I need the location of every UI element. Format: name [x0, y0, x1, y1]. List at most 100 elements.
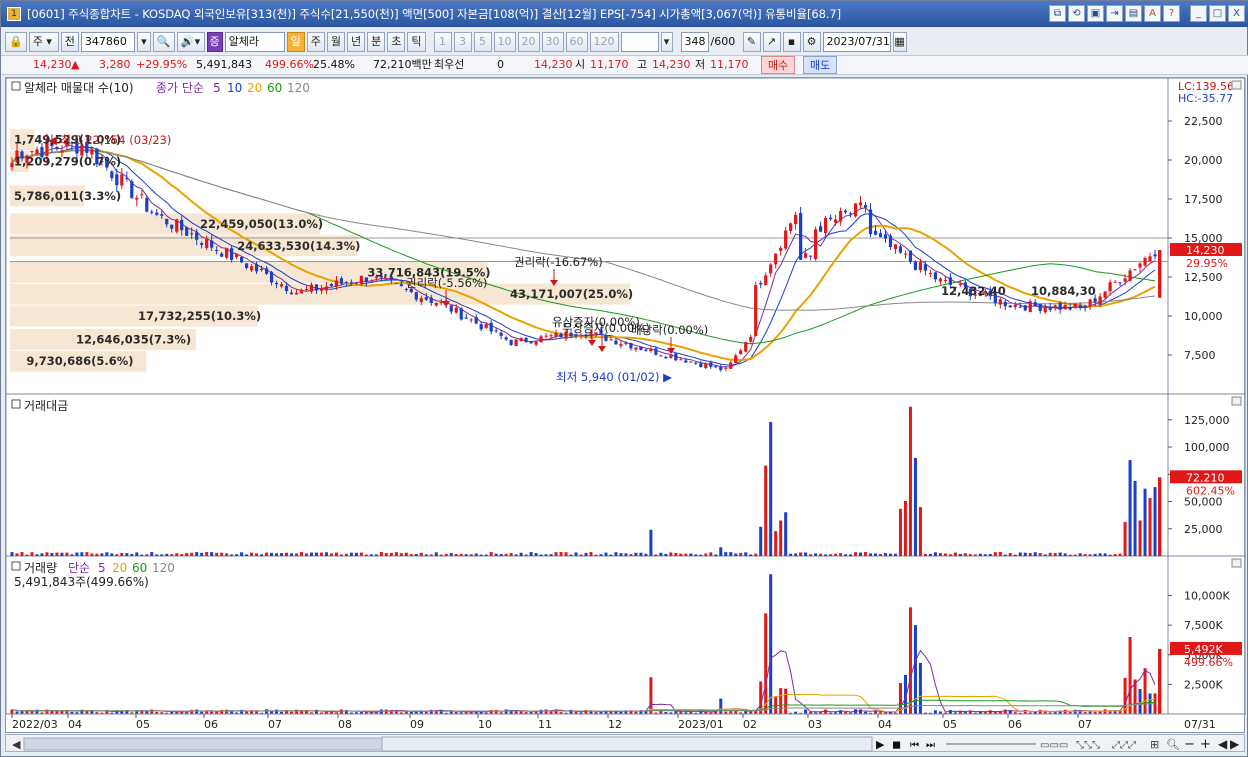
price-tick-label: 12,500	[1184, 271, 1223, 284]
custom-unit-dropdown-icon[interactable]: ▾	[660, 32, 673, 52]
candle	[394, 283, 398, 285]
candle	[369, 280, 373, 282]
amount-bar	[409, 554, 413, 556]
candle	[913, 261, 918, 270]
minute-3[interactable]: 3	[453, 32, 472, 52]
amount-bar	[973, 554, 977, 556]
stock-code-input[interactable]: 347860	[80, 32, 135, 52]
sell-button[interactable]: 매도	[803, 56, 838, 74]
candle	[155, 212, 159, 215]
minute-60[interactable]: 60	[565, 32, 588, 52]
x-tick-label: 05	[943, 718, 957, 731]
scroll-bar[interactable]: ◀ ▶ ◼ ⏮ ⏭ ▭▭▭ ⤡⤡⤡ ⤢⤢⤢ ⊞ 🔍︎ − + ◀ ▶	[5, 734, 1245, 752]
amount-bar	[304, 553, 308, 556]
speaker-icon[interactable]: 🔊▾	[176, 32, 205, 52]
custom-unit-input[interactable]	[620, 32, 659, 52]
amount-bar	[215, 552, 219, 556]
candle	[828, 217, 833, 220]
period-week[interactable]: 주	[306, 32, 325, 52]
disk-icon[interactable]: ▪	[782, 32, 801, 52]
amount-bar	[764, 465, 768, 556]
market-button[interactable]: 전	[60, 32, 79, 52]
toolbar: 🔒 주 ▾ 전 347860 ▾ 🔍 🔊▾ 증 알체라 일 주 월 년 분 초 …	[5, 31, 907, 53]
layout-icon[interactable]: ▣	[1087, 5, 1104, 22]
minute-10[interactable]: 10	[493, 32, 516, 52]
minute-120[interactable]: 120	[589, 32, 619, 52]
chart-svg[interactable]: 22,50020,00017,50015,00012,50010,0007,50…	[5, 77, 1247, 734]
stock-name-field[interactable]: 알체라	[224, 32, 285, 52]
maximize-button[interactable]: □	[1209, 5, 1226, 22]
volume-profile-label: 22,459,050(13.0%)	[200, 217, 323, 231]
period-year[interactable]: 년	[347, 32, 366, 52]
volume-tick-label: 7,500K	[1184, 619, 1223, 632]
candle	[120, 174, 124, 186]
code-dropdown-icon[interactable]: ▾	[136, 32, 151, 52]
open-price: 11,170	[590, 58, 629, 71]
period-minute[interactable]: 분	[367, 32, 386, 52]
volume-bar	[150, 709, 154, 714]
amount-bar	[329, 553, 333, 556]
amount-bar	[599, 554, 603, 556]
minute-5[interactable]: 5	[473, 32, 492, 52]
x-tick-label: 06	[204, 718, 218, 731]
amount-bar	[404, 552, 408, 556]
lock-icon[interactable]: 🔒	[5, 32, 27, 52]
turnover-ratio: 25.48%	[313, 58, 355, 71]
chart-area[interactable]: 22,500 20,000 17,500 15,000 12,500 10,000 7,50…	[5, 77, 1247, 734]
candle	[1128, 270, 1132, 281]
date-input[interactable]: 2023/07/31	[822, 32, 891, 52]
candle	[933, 272, 938, 280]
title-bar[interactable]: 1 [0601] 주식종합차트 - KOSDAQ 외국인보유[313(천)] 주…	[1, 1, 1248, 27]
amount-bar	[110, 553, 114, 556]
export-icon[interactable]: ⇥	[1106, 5, 1123, 22]
amount-bar	[679, 553, 683, 556]
close-button[interactable]: X	[1228, 5, 1245, 22]
ma-legend-label: 종가 단순	[156, 81, 204, 95]
candle	[754, 285, 758, 336]
amount-bar	[160, 554, 164, 556]
amount-bar	[364, 554, 368, 556]
font-icon[interactable]: A	[1144, 5, 1161, 22]
help-icon[interactable]: ?	[1163, 5, 1180, 22]
search-icon[interactable]: 🔍	[152, 32, 175, 52]
candle	[1053, 305, 1057, 309]
play-icon: ▶	[876, 738, 885, 751]
minute-30[interactable]: 30	[541, 32, 564, 52]
candle	[1023, 305, 1027, 311]
period-day[interactable]: 일	[286, 32, 305, 52]
minute-1[interactable]: 1	[433, 32, 452, 52]
save-icon[interactable]: ▤	[1125, 5, 1142, 22]
period-tick[interactable]: 틱	[407, 32, 426, 52]
volume-bar	[933, 710, 937, 714]
minute-20[interactable]: 20	[517, 32, 540, 52]
period-month[interactable]: 월	[326, 32, 346, 52]
amount-bar	[1048, 552, 1052, 556]
minimize-button[interactable]: _	[1190, 5, 1207, 22]
candle	[254, 264, 259, 272]
amount-bar	[414, 553, 418, 556]
settings-gear-icon[interactable]: ⚙	[802, 32, 821, 52]
amount-bar	[1093, 553, 1097, 556]
refresh-icon[interactable]: ⟲	[1068, 5, 1085, 22]
calendar-icon[interactable]: ▦	[892, 32, 907, 52]
volume-menu-icon	[11, 561, 21, 571]
prev-icon: ⏮	[910, 740, 919, 751]
amount-bar	[1023, 552, 1027, 556]
period-second[interactable]: 초	[387, 32, 406, 52]
amount-bar	[339, 554, 343, 556]
amount-tick-label: 125,000	[1184, 414, 1230, 427]
amount-bar	[130, 553, 134, 556]
bar-count-input[interactable]: 348	[680, 32, 709, 52]
ma-legend-period: 60	[267, 81, 282, 95]
layout2-icon: ⤡⤡⤡	[1076, 740, 1100, 751]
amount-bar	[250, 552, 254, 556]
stock-type-select[interactable]: 주 ▾	[28, 32, 59, 52]
link-icon[interactable]: ⧉	[1049, 5, 1066, 22]
indicator-tool-icon[interactable]: ↗	[762, 32, 781, 52]
draw-tool-icon[interactable]: ✎	[742, 32, 761, 52]
amount-bar	[145, 554, 149, 556]
amount-bar	[564, 552, 568, 556]
buy-button[interactable]: 매수	[761, 56, 796, 74]
volume-tick-label: 2,500K	[1184, 678, 1223, 691]
amount-bar	[958, 553, 962, 556]
